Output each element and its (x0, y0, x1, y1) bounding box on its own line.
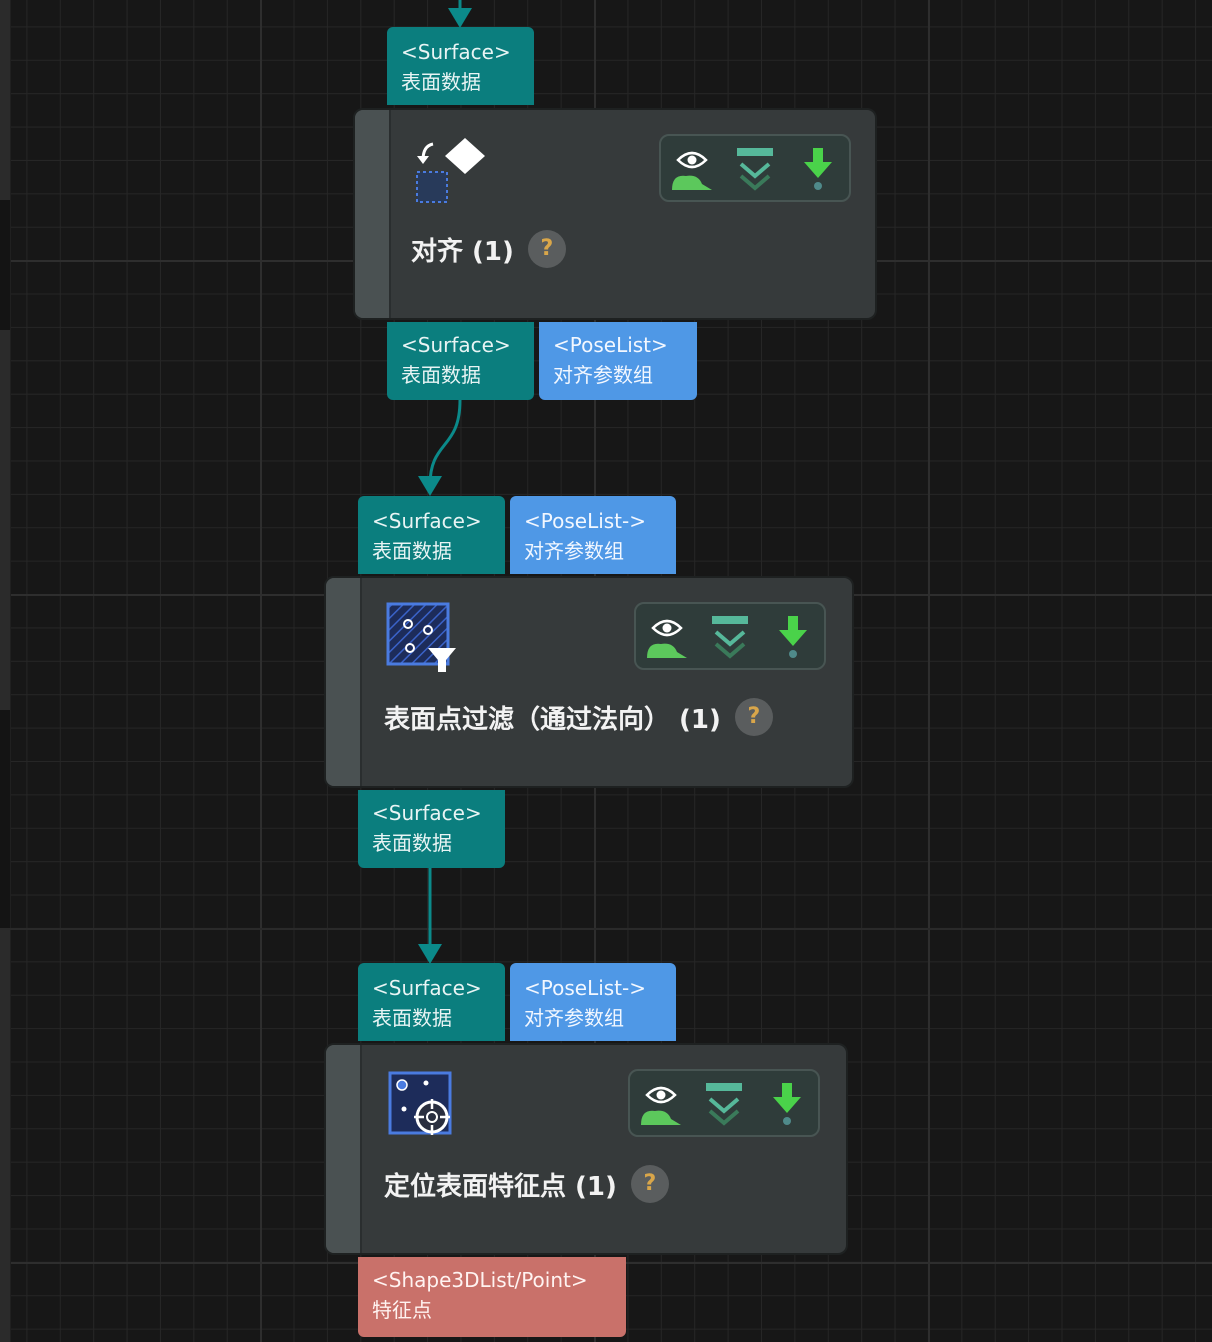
port-label: 对齐参数组 (524, 539, 624, 563)
visualize-output-button[interactable] (635, 1075, 687, 1131)
port-type: <PoseList> (553, 333, 668, 357)
port-type: <Surface> (372, 509, 482, 533)
eye-icon (672, 151, 713, 190)
port-label: 表面数据 (401, 70, 481, 94)
collapse-ports-button[interactable] (698, 1075, 750, 1131)
port-label: 表面数据 (372, 539, 452, 563)
collapse-ports-button[interactable] (704, 608, 756, 664)
node-title-text: 定位表面特征点 (1) (384, 1171, 617, 1202)
port-label: 表面数据 (372, 831, 452, 855)
node-locate-feature-points[interactable]: 定位表面特征点 (1) ? (324, 1043, 848, 1255)
step-execute-button[interactable] (761, 1075, 813, 1131)
node-toolbox (659, 134, 851, 202)
download-arrow-icon (803, 148, 832, 190)
help-icon[interactable]: ? (527, 230, 566, 268)
port-label: 对齐参数组 (553, 363, 653, 387)
port-output-surface[interactable]: <Surface> 表面数据 (387, 322, 534, 400)
chevron-down-icon (736, 148, 773, 191)
port-input-surface[interactable]: <Surface> 表面数据 (358, 963, 505, 1041)
chevron-down-icon (705, 1083, 742, 1126)
eye-icon (647, 619, 688, 658)
port-label: 表面数据 (372, 1006, 452, 1030)
collapse-ports-button[interactable] (729, 140, 781, 196)
port-input-surface[interactable]: <Surface> 表面数据 (358, 496, 505, 574)
locate-points-icon (388, 1071, 452, 1135)
port-type: <PoseList-> (524, 976, 647, 1000)
port-type: <Surface> (372, 801, 482, 825)
link-top-arrow (448, 8, 472, 28)
node-toolbox (628, 1069, 820, 1137)
chevron-down-icon (711, 616, 748, 659)
port-type: <Surface> (372, 976, 482, 1000)
port-input-poselist[interactable]: <PoseList-> 对齐参数组 (510, 496, 676, 574)
node-side-bar (326, 578, 362, 786)
node-side-bar (355, 110, 391, 318)
visualize-output-button[interactable] (666, 140, 718, 196)
port-type: <PoseList-> (524, 509, 647, 533)
port-type: <Surface> (401, 333, 511, 357)
port-output-poselist[interactable]: <PoseList> 对齐参数组 (539, 322, 697, 400)
step-execute-button[interactable] (792, 140, 844, 196)
port-type: <Shape3DList/Point> (372, 1268, 588, 1292)
node-side-bar (326, 1045, 362, 1253)
align-icon (416, 138, 485, 203)
node-title: 表面点过滤（通过法向） (1) ? (384, 698, 773, 736)
link-filter-to-locate-arrow (418, 944, 442, 964)
port-type: <Surface> (401, 40, 511, 64)
link-align-to-filter-arrow (418, 476, 442, 496)
port-input-surface[interactable]: <Surface> 表面数据 (387, 27, 534, 105)
visualize-output-button[interactable] (641, 608, 693, 664)
port-label: 表面数据 (401, 363, 481, 387)
port-input-poselist[interactable]: <PoseList-> 对齐参数组 (510, 963, 676, 1041)
node-align[interactable]: 对齐 (1) ? (353, 108, 877, 320)
link-align-to-filter (428, 399, 462, 486)
port-output-surface[interactable]: <Surface> 表面数据 (358, 790, 505, 868)
port-label: 特征点 (372, 1298, 432, 1322)
node-title-text: 对齐 (1) (411, 236, 514, 267)
eye-icon (641, 1086, 682, 1125)
node-title: 定位表面特征点 (1) ? (384, 1165, 669, 1203)
port-output-shape3dlist[interactable]: <Shape3DList/Point> 特征点 (358, 1257, 626, 1337)
node-surface-filter[interactable]: 表面点过滤（通过法向） (1) ? (324, 576, 854, 788)
help-icon[interactable]: ? (734, 698, 773, 736)
download-arrow-icon (778, 616, 807, 658)
node-title: 对齐 (1) ? (411, 230, 566, 268)
step-execute-button[interactable] (767, 608, 819, 664)
filter-surface-icon (386, 602, 456, 672)
node-title-text: 表面点过滤（通过法向） (1) (384, 704, 721, 735)
download-arrow-icon (772, 1083, 801, 1125)
help-icon[interactable]: ? (630, 1165, 669, 1203)
port-label: 对齐参数组 (524, 1006, 624, 1030)
node-toolbox (634, 602, 826, 670)
